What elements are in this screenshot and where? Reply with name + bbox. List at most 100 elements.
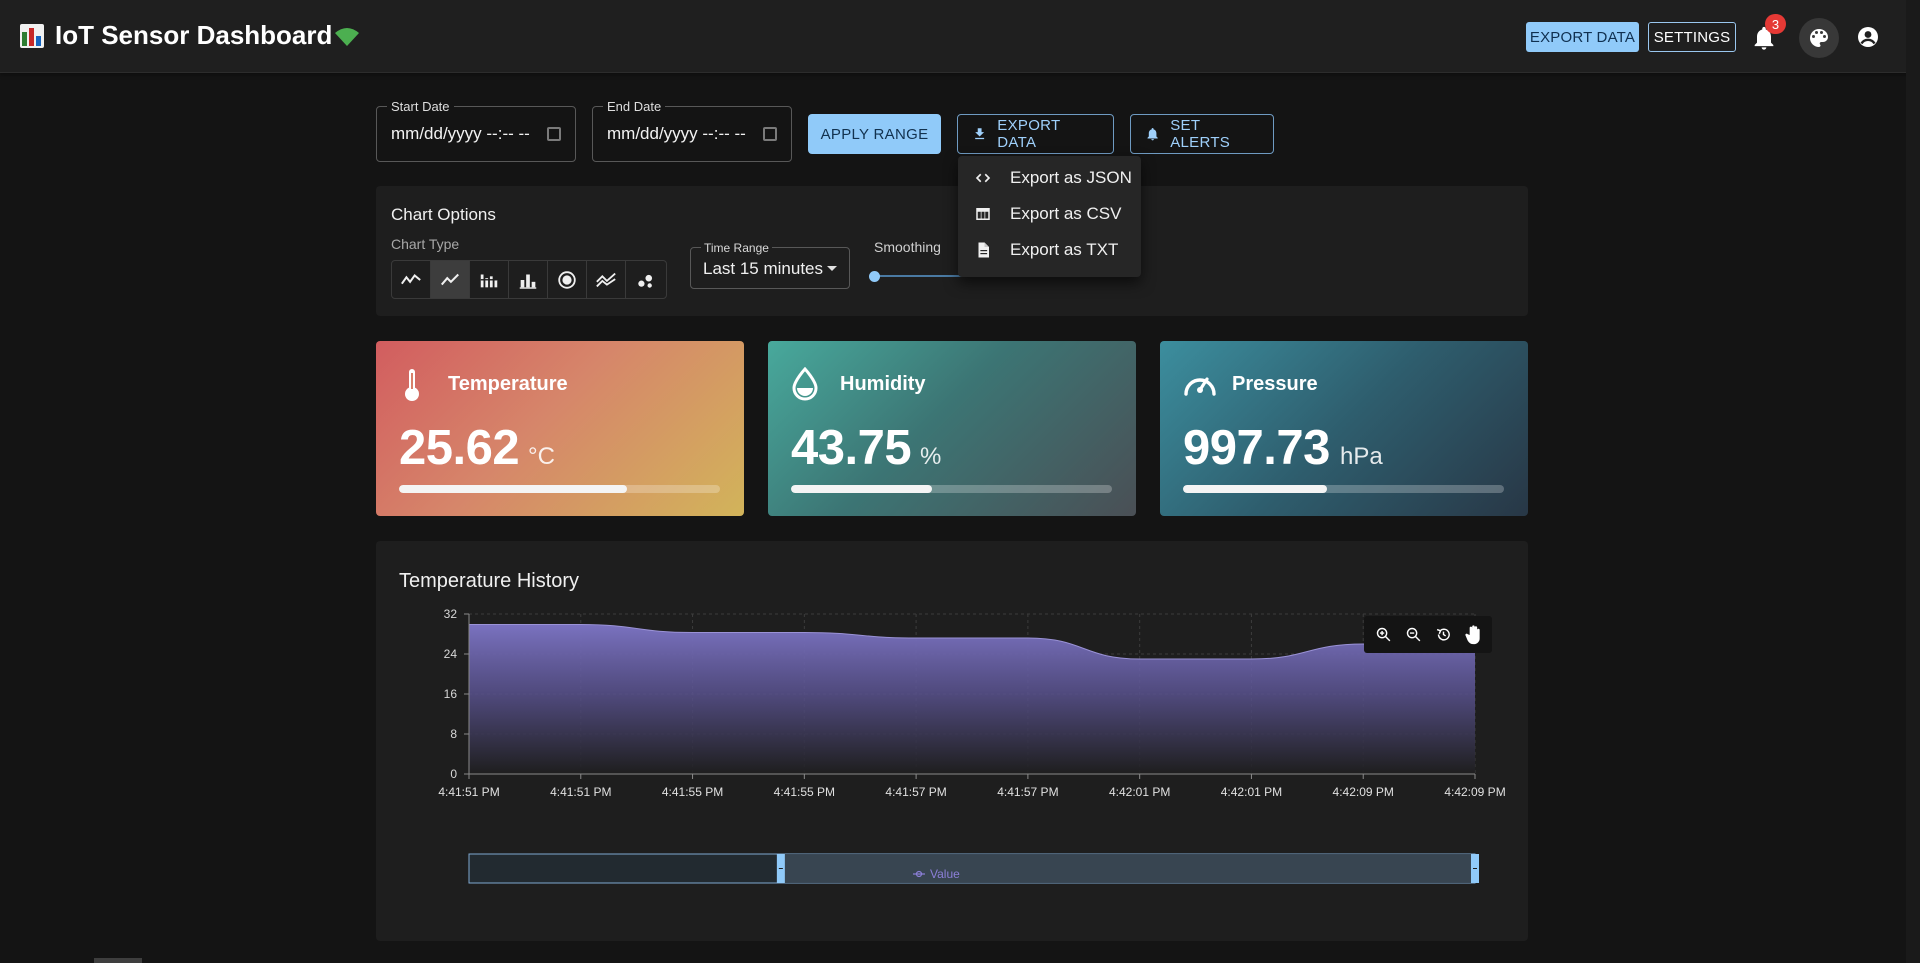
app-bar: IoT Sensor Dashboard EXPORT DATA SETTING… <box>0 0 1920 73</box>
speedometer-icon <box>1184 377 1216 396</box>
water-drop-icon <box>792 367 818 401</box>
smoothing-label: Smoothing <box>874 239 941 255</box>
chart-type-line-button[interactable] <box>392 261 431 298</box>
export-json-item[interactable]: Export as JSON <box>958 160 1141 196</box>
horizontal-scrollbar-thumb[interactable] <box>94 958 142 963</box>
export-data-label: EXPORT DATA <box>997 117 1061 151</box>
export-data-button[interactable]: EXPORT DATA <box>1526 22 1639 52</box>
scatter-icon <box>637 274 652 288</box>
zoom-out-icon <box>1406 627 1420 642</box>
wifi-icon <box>335 28 359 46</box>
end-date-value: mm/dd/yyyy --:-- -- <box>607 124 746 143</box>
x-tick-label: 4:42:09 PM <box>1333 785 1394 799</box>
apply-range-button[interactable]: APPLY RANGE <box>808 114 941 154</box>
y-tick-label: 16 <box>444 687 458 701</box>
pressure-progress-fill <box>1183 485 1328 493</box>
y-tick-label: 32 <box>444 607 458 621</box>
time-range-label: Time Range <box>701 241 772 255</box>
chart-type-area-button[interactable] <box>431 261 470 298</box>
area-chart-icon <box>440 273 459 285</box>
file-text-icon <box>978 242 989 258</box>
export-data-menu-button[interactable]: EXPORT DATA <box>957 114 1114 154</box>
reset-icon <box>1436 628 1450 641</box>
radio-button-icon <box>558 270 576 289</box>
x-tick-label: 4:41:55 PM <box>662 785 723 799</box>
temperature-card: Temperature 25.62 °C <box>376 341 744 516</box>
account-button[interactable] <box>1853 22 1883 52</box>
temperature-history-chart[interactable]: 0 8 16 24 32 4:41:51 PM 4:41:51 PM 4:41:55 PM 4:… <box>376 541 1528 941</box>
temperature-title: Temperature <box>448 373 568 395</box>
humidity-unit: % <box>920 443 942 470</box>
smoothing-slider-thumb[interactable] <box>869 271 880 282</box>
chart-type-radial-button[interactable] <box>548 261 587 298</box>
set-alerts-button[interactable]: SET ALERTS <box>1130 114 1274 154</box>
export-menu: Export as JSON Export as CSV Export as T… <box>958 156 1141 277</box>
chart-options-panel: Chart Options Chart Type Time Range Last… <box>376 186 1528 316</box>
y-tick-label: 0 <box>450 767 457 781</box>
start-date-field[interactable]: Start Date mm/dd/yyyy --:-- -- <box>376 99 576 162</box>
settings-button[interactable]: SETTINGS <box>1648 22 1736 52</box>
end-date-field[interactable]: End Date mm/dd/yyyy --:-- -- <box>592 99 792 162</box>
temperature-unit: °C <box>528 443 555 470</box>
chart-type-bar-button[interactable] <box>509 261 548 298</box>
table-icon <box>976 208 990 220</box>
chart-type-label: Chart Type <box>391 236 460 252</box>
chart-type-stacked-bar-button[interactable] <box>470 261 509 298</box>
bar-chart-icon <box>519 274 537 289</box>
x-tick-label: 4:42:09 PM <box>1444 785 1505 799</box>
humidity-value: 43.75 <box>791 421 912 475</box>
x-tick-label: 4:41:51 PM <box>550 785 611 799</box>
export-json-label: Export as JSON <box>1010 168 1132 187</box>
time-range-select[interactable]: Time Range Last 15 minutes <box>690 241 850 289</box>
start-date-value: mm/dd/yyyy --:-- -- <box>391 124 530 143</box>
zoom-slider-window <box>780 854 1475 883</box>
humidity-progress-fill <box>791 485 933 493</box>
pan-hand-icon <box>1465 624 1480 644</box>
end-date-label: End Date <box>603 99 666 114</box>
pressure-progress <box>1183 485 1504 493</box>
chart-type-multi-line-button[interactable] <box>587 261 626 298</box>
stacked-bar-icon <box>480 274 498 287</box>
x-tick-label: 4:42:01 PM <box>1109 785 1170 799</box>
zoom-out-button[interactable] <box>1401 623 1425 647</box>
x-tick-label: 4:41:57 PM <box>885 785 946 799</box>
export-txt-item[interactable]: Export as TXT <box>958 232 1141 268</box>
theme-palette-button[interactable] <box>1799 18 1839 58</box>
bar-chart-icon <box>20 24 44 48</box>
x-tick-label: 4:41:57 PM <box>997 785 1058 799</box>
humidity-title: Humidity <box>840 373 926 395</box>
vertical-scrollbar[interactable] <box>1906 0 1920 963</box>
humidity-card: Humidity 43.75 % <box>768 341 1136 516</box>
temperature-progress <box>399 485 720 493</box>
download-icon <box>975 128 985 140</box>
chart-type-toggle-group <box>391 260 667 299</box>
y-tick-label: 24 <box>444 647 458 661</box>
calendar-icon[interactable] <box>763 127 777 141</box>
reset-zoom-button[interactable] <box>1431 623 1455 647</box>
thermometer-icon <box>405 369 419 401</box>
account-icon <box>1858 27 1878 47</box>
zoom-in-button[interactable] <box>1371 623 1395 647</box>
time-range-value: Last 15 minutes <box>703 259 824 278</box>
pressure-value: 997.73 <box>1183 421 1330 475</box>
calendar-icon[interactable] <box>547 127 561 141</box>
palette-icon <box>1810 29 1828 47</box>
chart-toolbar <box>1364 616 1492 653</box>
pressure-card: Pressure 997.73 hPa <box>1160 341 1528 516</box>
chart-options-title: Chart Options <box>391 205 496 224</box>
pan-button[interactable] <box>1461 623 1485 647</box>
app-title: IoT Sensor Dashboard <box>55 20 333 50</box>
smoothing-slider-track[interactable] <box>874 275 964 277</box>
temperature-progress-fill <box>399 485 627 493</box>
y-tick-label: 8 <box>450 727 457 741</box>
export-csv-item[interactable]: Export as CSV <box>958 196 1141 232</box>
x-tick-label: 4:41:55 PM <box>774 785 835 799</box>
chart-type-scatter-button[interactable] <box>626 261 665 298</box>
start-date-label: Start Date <box>387 99 454 114</box>
export-csv-label: Export as CSV <box>1010 204 1122 223</box>
x-tick-label: 4:41:51 PM <box>438 785 499 799</box>
notification-badge: 3 <box>1765 14 1786 34</box>
area-fill <box>469 624 1475 774</box>
line-chart-icon <box>401 273 421 284</box>
temperature-value: 25.62 <box>399 421 520 475</box>
